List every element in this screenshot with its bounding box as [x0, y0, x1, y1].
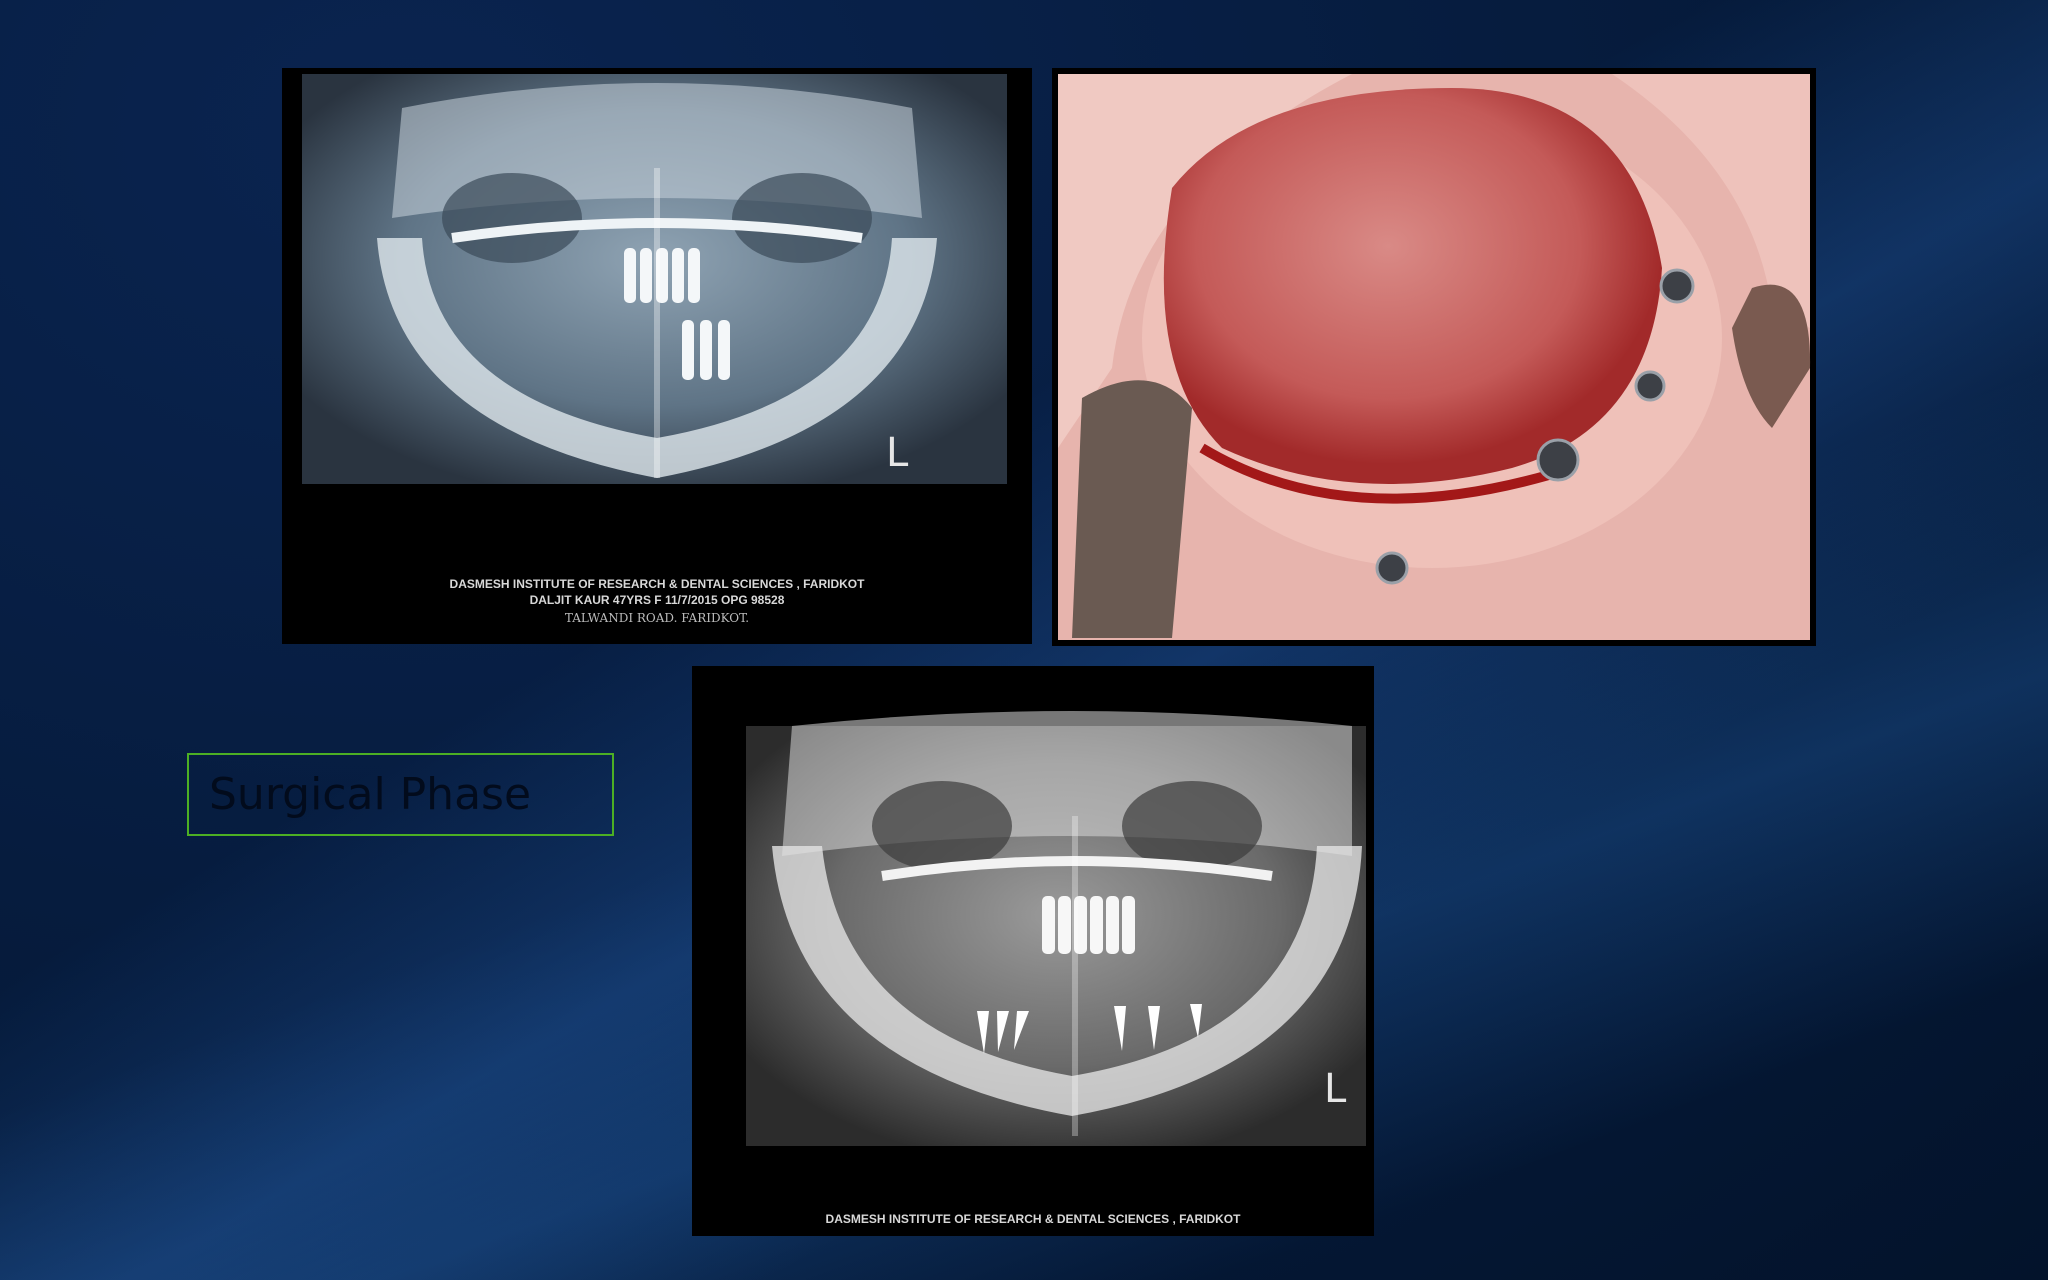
- xray-footer-line1: DASMESH INSTITUTE OF RESEARCH & DENTAL S…: [825, 1212, 1241, 1226]
- postop-xray-image: L DASMESH INSTITUTE OF RESEARCH & DENTAL…: [692, 666, 1374, 1236]
- xray-footer-line1: DASMESH INSTITUTE OF RESEARCH & DENTAL S…: [449, 577, 865, 591]
- preop-xray-image: L DASMESH INSTITUTE OF RESEARCH & DENTAL…: [282, 68, 1032, 644]
- xray-footer-line2: DALJIT KAUR 47YRS F 11/7/2015 OPG 98528: [529, 593, 785, 607]
- xray-footer-line3: TALWANDI ROAD. FARIDKOT.: [564, 611, 750, 625]
- xray-side-marker: L: [1324, 1066, 1347, 1112]
- slide-caption-box: Surgical Phase: [187, 753, 614, 836]
- xray-side-marker: L: [886, 430, 909, 476]
- intraoral-photo: [1052, 68, 1816, 646]
- slide-caption: Surgical Phase: [209, 769, 532, 820]
